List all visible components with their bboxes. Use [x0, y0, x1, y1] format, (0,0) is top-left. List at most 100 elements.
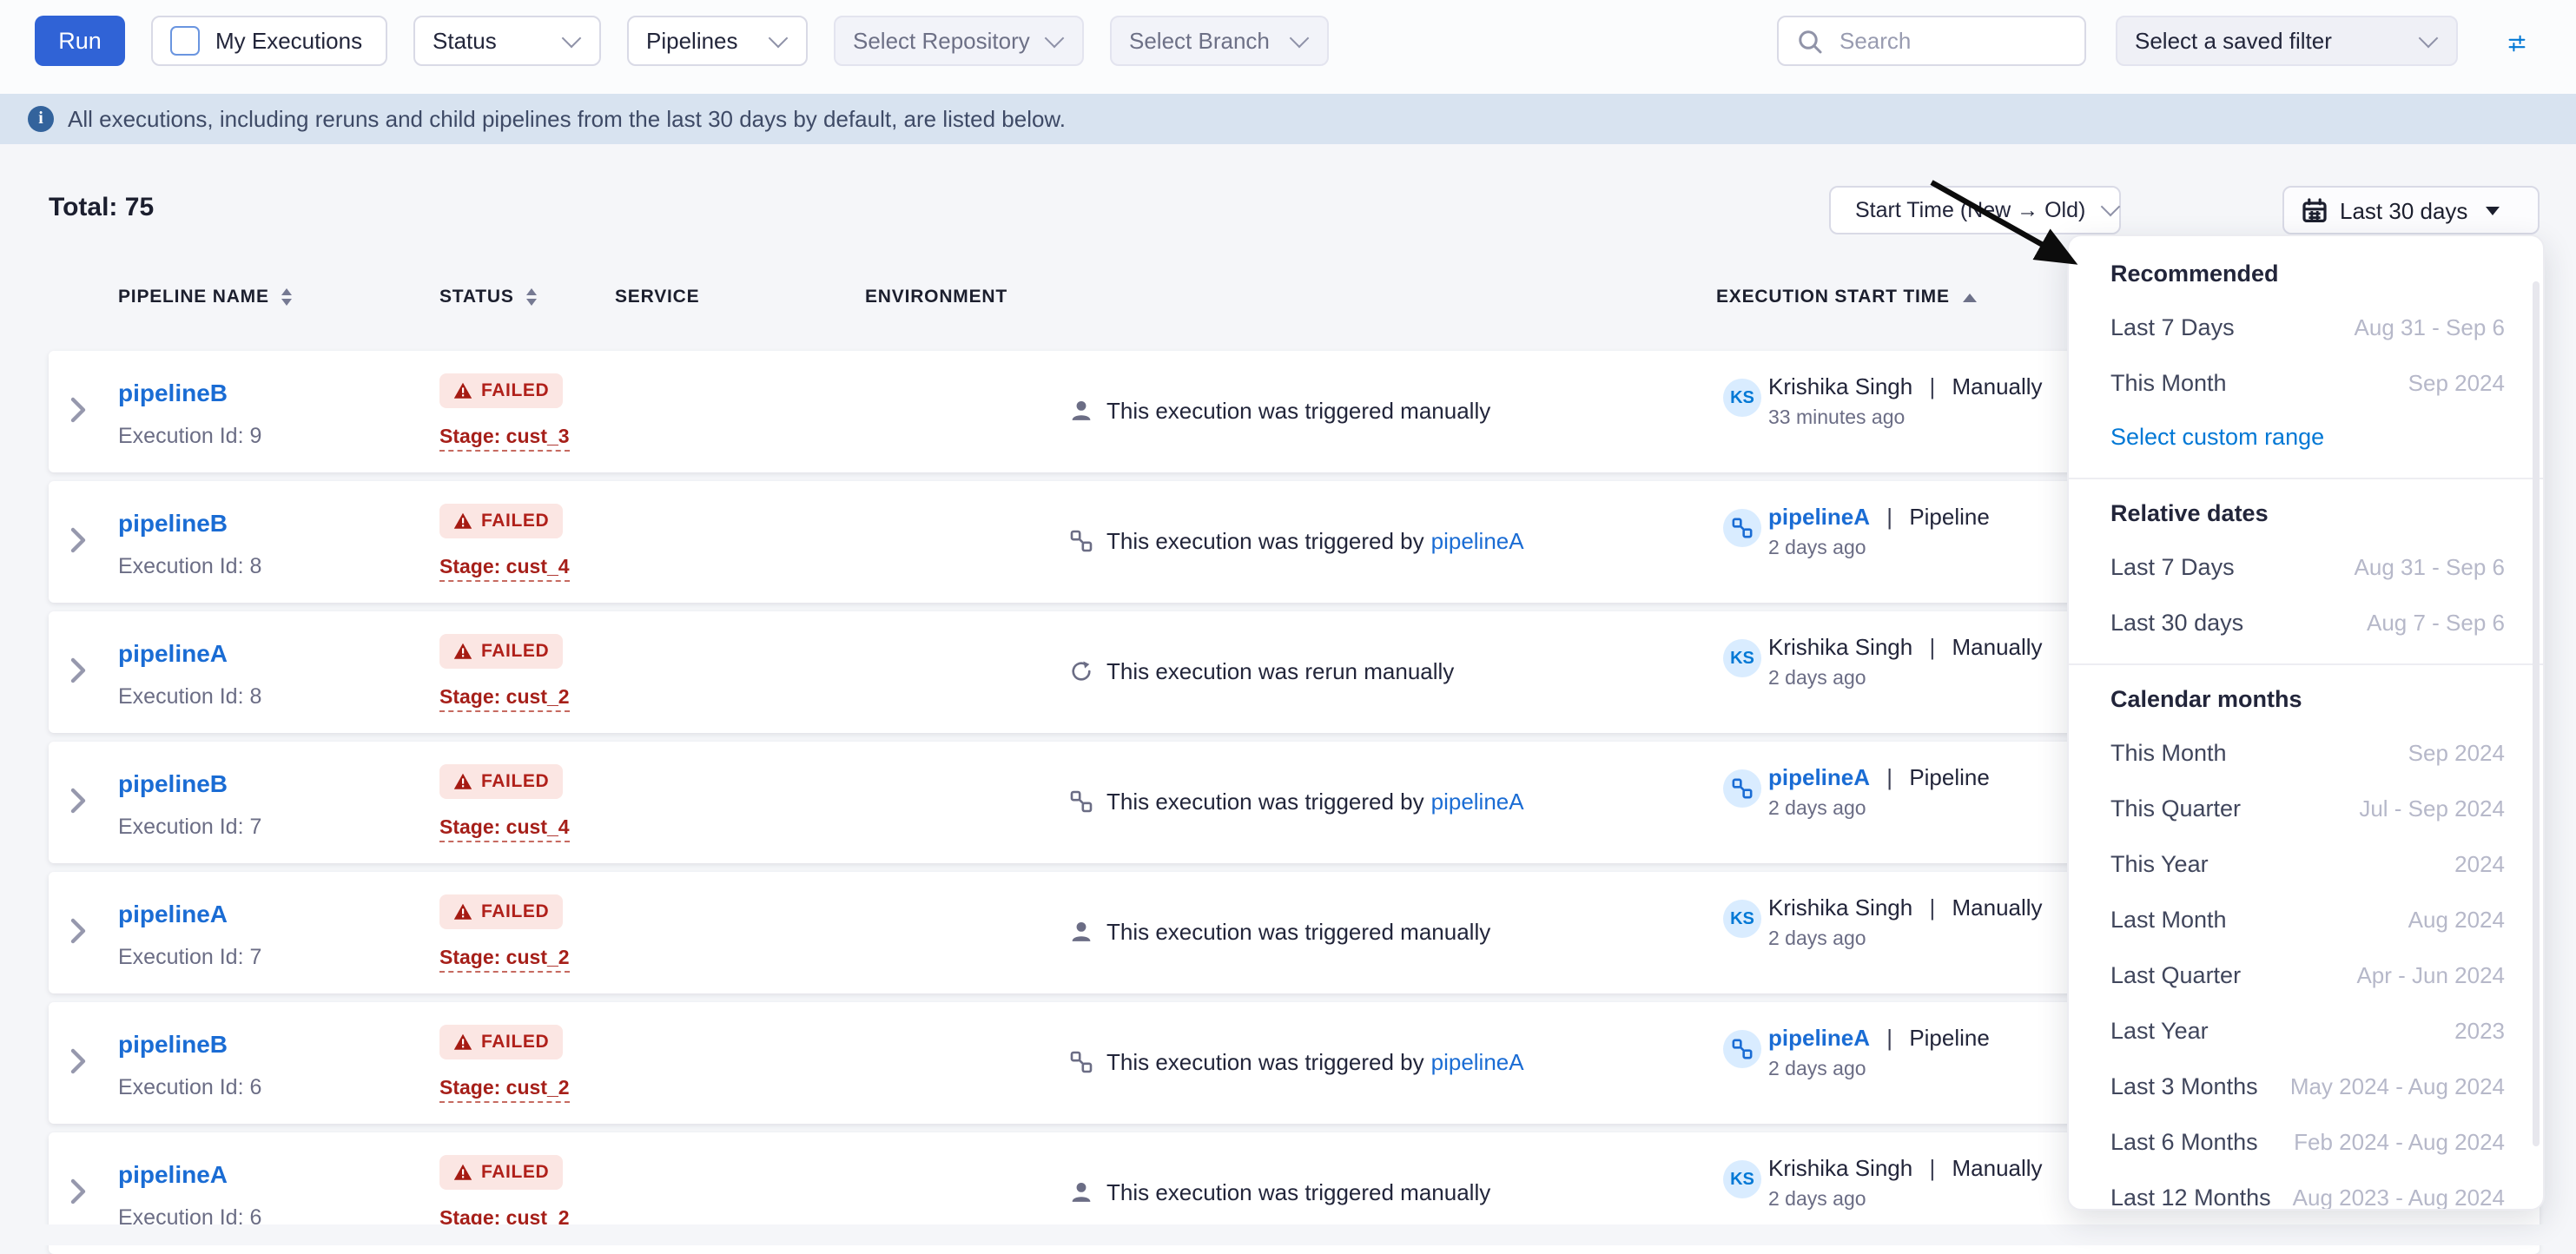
bottom-strip	[0, 1224, 2576, 1245]
status-label: FAILED	[481, 641, 549, 662]
date-range-label: Last 30 days	[2340, 197, 2467, 223]
date-menu-item[interactable]: Last 6 Months Feb 2024 - Aug 2024	[2110, 1113, 2519, 1169]
starter-name[interactable]: pipelineA	[1768, 764, 1870, 790]
warning-triangle-icon	[453, 773, 472, 790]
pipeline-trigger-icon	[1070, 790, 1093, 813]
date-menu-item-range: Aug 31 - Sep 6	[2355, 553, 2505, 579]
status-filter-dropdown[interactable]: Status	[413, 16, 601, 66]
date-menu-item-label: Last 6 Months	[2110, 1128, 2258, 1154]
select-branch-dropdown[interactable]: Select Branch	[1110, 16, 1329, 66]
menu-scrollbar[interactable]	[2533, 281, 2540, 1146]
failed-stage-link[interactable]: Stage: cust_2	[439, 1079, 570, 1103]
failed-stage-link[interactable]: Stage: cust_2	[439, 688, 570, 712]
warning-triangle-icon	[453, 382, 472, 399]
date-menu-item[interactable]: Last Quarter Apr - Jun 2024	[2110, 947, 2519, 1002]
pipeline-name-link[interactable]: pipelineB	[118, 509, 228, 537]
trigger-text: This execution was triggered manually	[1106, 398, 1490, 424]
trigger-text: This execution was triggered manually	[1106, 1179, 1490, 1205]
starter-name[interactable]: Krishika Singh	[1768, 634, 1912, 660]
sort-updown-icon	[281, 288, 292, 306]
run-button[interactable]: Run	[35, 16, 125, 66]
date-menu-item-range: 2023	[2454, 1017, 2505, 1043]
date-range-button[interactable]: Last 30 days	[2282, 186, 2540, 234]
expand-chevron-icon[interactable]	[69, 657, 87, 684]
expand-chevron-icon[interactable]	[69, 1178, 87, 1205]
status-badge: FAILED	[439, 894, 563, 929]
search-input[interactable]	[1836, 26, 2067, 56]
trigger-link[interactable]: pipelineA	[1431, 528, 1524, 554]
date-menu-item[interactable]: Last Year 2023	[2110, 1002, 2519, 1058]
failed-stage-link[interactable]: Stage: cust_4	[439, 558, 570, 582]
select-repository-dropdown[interactable]: Select Repository	[834, 16, 1084, 66]
date-menu-item-range: Aug 31 - Sep 6	[2355, 314, 2505, 340]
date-menu-section-header: Calendar months	[2110, 676, 2519, 724]
pipelines-filter-dropdown[interactable]: Pipelines	[627, 16, 808, 66]
total-count: Total: 75	[49, 193, 154, 222]
date-menu-item-label: Last 3 Months	[2110, 1072, 2258, 1099]
warning-triangle-icon	[453, 903, 472, 921]
date-menu-item[interactable]: This Month Sep 2024	[2110, 354, 2519, 410]
starter-suffix: Manually	[1952, 634, 2043, 660]
execution-id: Execution Id: 8	[118, 554, 261, 578]
date-menu-item-range: Sep 2024	[2408, 369, 2505, 395]
date-menu-item[interactable]: This Year 2024	[2110, 835, 2519, 891]
date-menu-item[interactable]: Last 7 Days Aug 31 - Sep 6	[2110, 538, 2519, 594]
starter-name[interactable]: pipelineA	[1768, 504, 1870, 530]
pipeline-name-link[interactable]: pipelineA	[118, 900, 228, 927]
failed-stage-link[interactable]: Stage: cust_4	[439, 818, 570, 842]
column-header-status[interactable]: STATUS	[439, 287, 537, 307]
failed-stage-link[interactable]: Stage: cust_2	[439, 948, 570, 973]
date-menu-item[interactable]: Last 12 Months Aug 2023 - Aug 2024	[2110, 1169, 2519, 1211]
starter-suffix: Pipeline	[1909, 764, 1990, 790]
my-executions-toggle[interactable]: My Executions	[151, 16, 387, 66]
starter-suffix: Manually	[1952, 894, 2043, 921]
expand-chevron-icon[interactable]	[69, 917, 87, 945]
column-header-pipeline-name[interactable]: PIPELINE NAME	[118, 287, 292, 307]
saved-filter-dropdown[interactable]: Select a saved filter	[2116, 16, 2458, 66]
pipeline-name-link[interactable]: pipelineA	[118, 1160, 228, 1188]
trigger-info: This execution was triggered by pipeline…	[1070, 528, 1524, 554]
status-badge: FAILED	[439, 504, 563, 538]
warning-triangle-icon	[453, 643, 472, 660]
expand-chevron-icon[interactable]	[69, 787, 87, 815]
pipeline-name-link[interactable]: pipelineB	[118, 1030, 228, 1058]
chevron-down-icon	[2100, 197, 2120, 217]
date-menu-item[interactable]: This Quarter Jul - Sep 2024	[2110, 780, 2519, 835]
date-menu-item[interactable]: Last 30 days Aug 7 - Sep 6	[2110, 594, 2519, 650]
sort-dropdown[interactable]: Start Time (New → Old)	[1829, 186, 2121, 234]
pipeline-name-link[interactable]: pipelineA	[118, 639, 228, 667]
trigger-link[interactable]: pipelineA	[1431, 1049, 1524, 1075]
trigger-text: This execution was triggered by	[1106, 528, 1424, 554]
warning-triangle-icon	[453, 1033, 472, 1051]
date-menu-item[interactable]: This Month Sep 2024	[2110, 724, 2519, 780]
starter-avatar-pipeline	[1723, 1030, 1761, 1068]
trigger-link[interactable]: pipelineA	[1431, 789, 1524, 815]
starter-name[interactable]: pipelineA	[1768, 1025, 1870, 1051]
date-menu-item[interactable]: Last 7 Days Aug 31 - Sep 6	[2110, 299, 2519, 354]
expand-chevron-icon[interactable]	[69, 526, 87, 554]
starter-separator: |	[1929, 894, 1935, 921]
expand-chevron-icon[interactable]	[69, 1047, 87, 1075]
my-executions-checkbox[interactable]	[170, 26, 200, 56]
date-menu-item[interactable]: Last 3 Months May 2024 - Aug 2024	[2110, 1058, 2519, 1113]
starter-line: Krishika Singh | Manually	[1768, 634, 2043, 660]
filter-settings-button[interactable]	[2496, 24, 2538, 63]
search-box[interactable]	[1777, 16, 2086, 66]
date-menu-item-range: Aug 2023 - Aug 2024	[2293, 1184, 2505, 1210]
starter-name[interactable]: Krishika Singh	[1768, 1155, 1912, 1181]
starter-name[interactable]: Krishika Singh	[1768, 894, 1912, 921]
date-menu-item-label: Last 12 Months	[2110, 1184, 2271, 1210]
chevron-down-icon	[2419, 28, 2439, 48]
starter-name[interactable]: Krishika Singh	[1768, 373, 1912, 399]
starter-line: Krishika Singh | Manually	[1768, 373, 2043, 399]
failed-stage-link[interactable]: Stage: cust_3	[439, 427, 570, 452]
date-menu-item-label: This Quarter	[2110, 795, 2241, 821]
pipeline-name-link[interactable]: pipelineB	[118, 379, 228, 406]
starter-line: pipelineA | Pipeline	[1768, 504, 1990, 530]
pipeline-name-link[interactable]: pipelineB	[118, 769, 228, 797]
column-header-execution-start-time[interactable]: EXECUTION START TIME	[1716, 287, 1978, 307]
expand-chevron-icon[interactable]	[69, 396, 87, 424]
status-label: FAILED	[481, 901, 549, 922]
date-menu-item[interactable]: Last Month Aug 2024	[2110, 891, 2519, 947]
select-custom-range-link[interactable]: Select custom range	[2110, 410, 2519, 464]
